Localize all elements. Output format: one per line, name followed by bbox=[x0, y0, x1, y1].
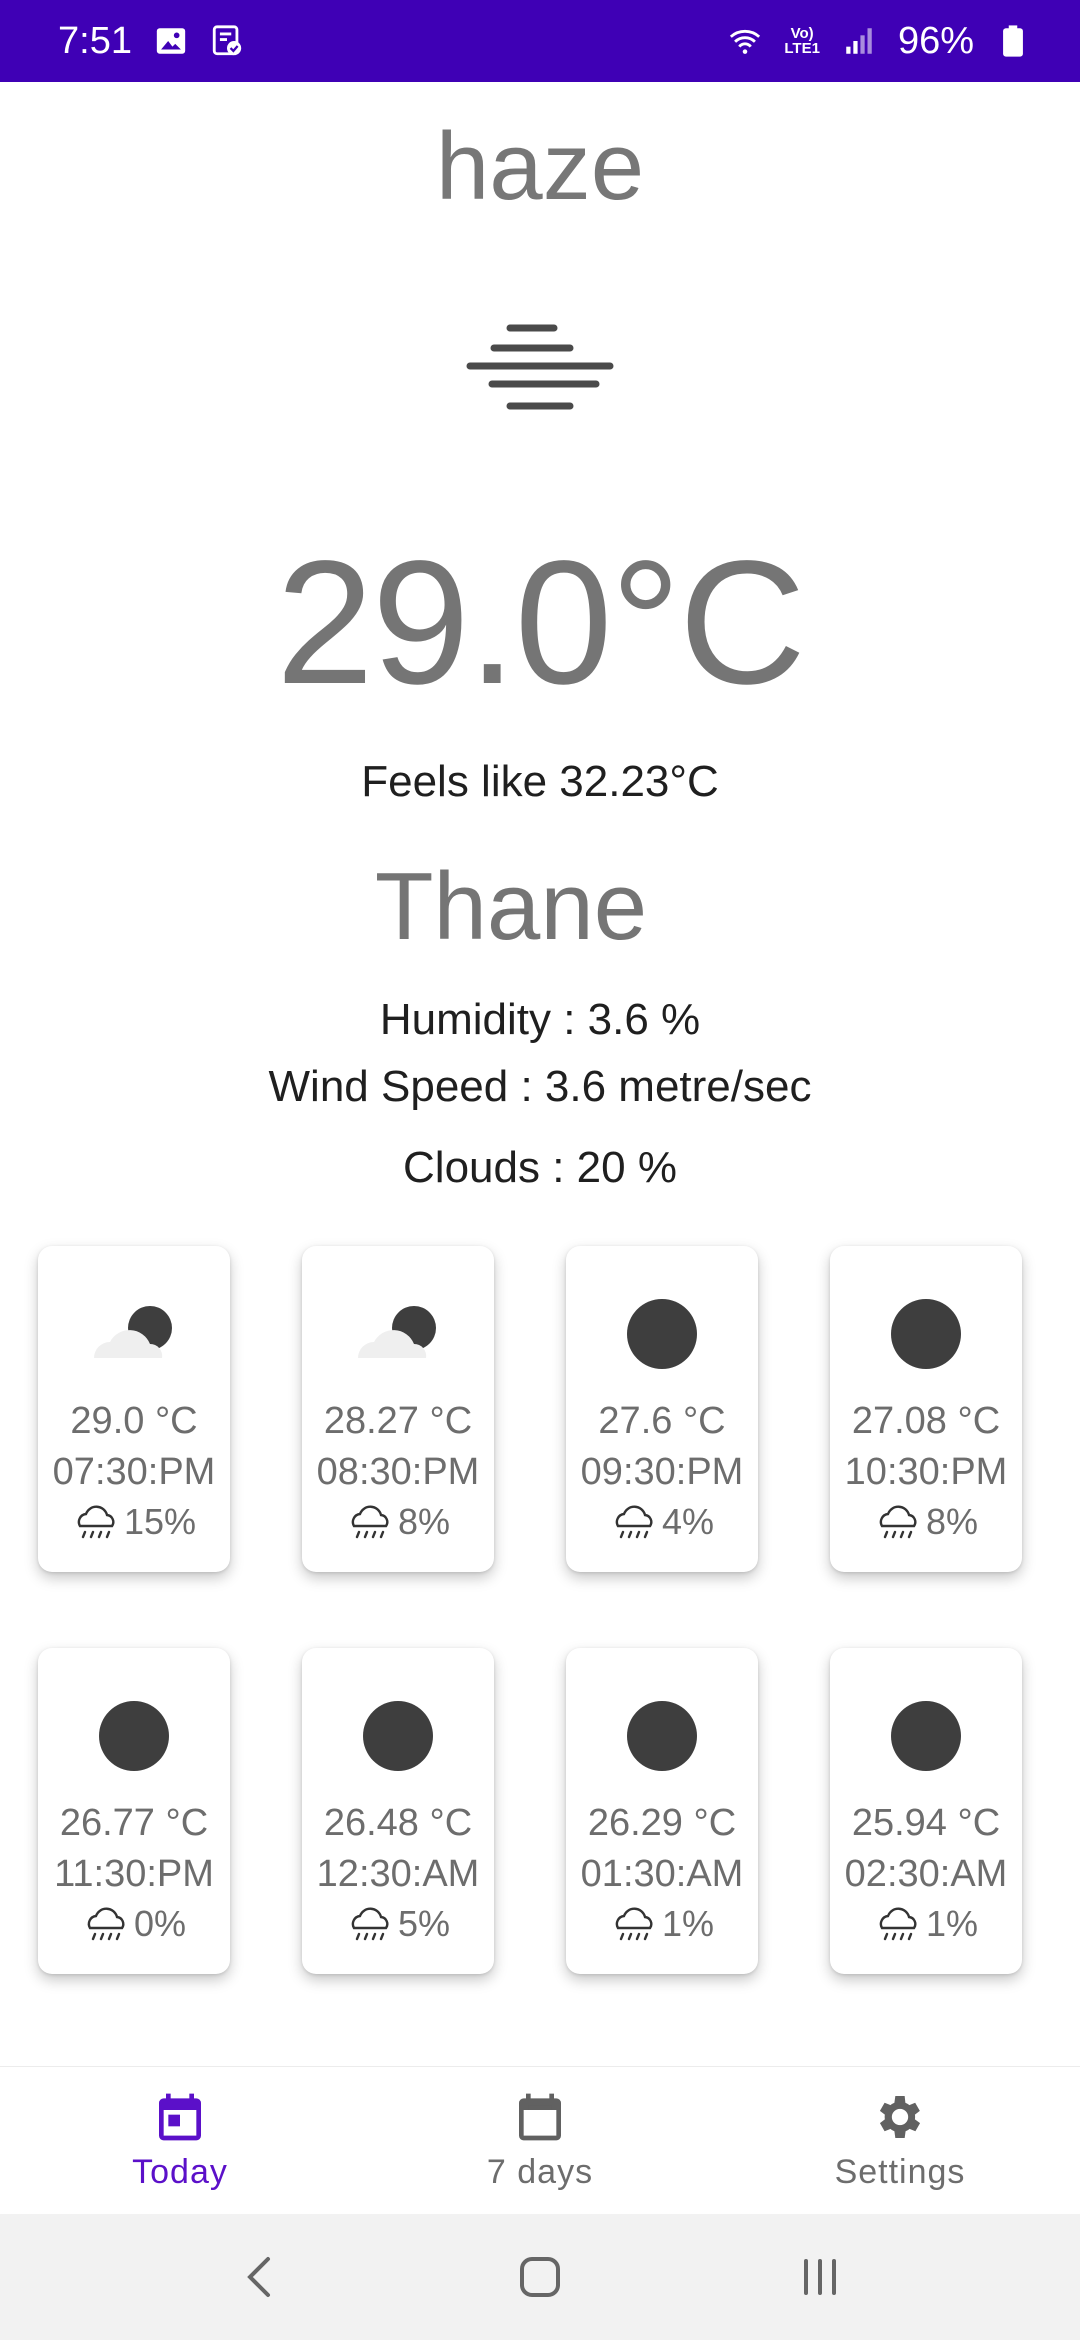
battery-percent: 96% bbox=[897, 19, 974, 62]
hourly-card[interactable]: 26.29 °C 01:30:AM 1% bbox=[566, 1648, 758, 1974]
hourly-temp: 26.29 °C bbox=[587, 1802, 737, 1844]
rain-chance: 1% bbox=[925, 1903, 979, 1944]
gear-icon bbox=[879, 2096, 921, 2138]
humidity-detail: Humidity : 3.6 % bbox=[379, 995, 701, 1044]
wifi-icon bbox=[728, 24, 762, 58]
recents-button[interactable] bbox=[790, 2247, 850, 2307]
feels-like: Feels like 32.23°C bbox=[361, 757, 719, 806]
calendar-today-icon bbox=[159, 2093, 201, 2141]
partly-cloudy-night-icon bbox=[358, 1306, 436, 1358]
clear-night-icon bbox=[627, 1299, 697, 1369]
hourly-rain: 4% bbox=[610, 1500, 714, 1544]
hourly-card[interactable]: 29.0 °C 07:30:PM 15% bbox=[38, 1246, 230, 1572]
haze-icon bbox=[466, 324, 614, 410]
home-square-icon bbox=[520, 2257, 560, 2297]
hourly-card[interactable]: 27.6 °C 09:30:PM 4% bbox=[566, 1246, 758, 1572]
nav-7-days-label: 7 days bbox=[486, 2153, 594, 2191]
hourly-temp: 27.6 °C bbox=[598, 1400, 726, 1442]
rain-cloud-icon bbox=[87, 1907, 125, 1941]
bottom-navigation: Today 7 days Settings bbox=[0, 2066, 1080, 2214]
hourly-rain: 8% bbox=[346, 1500, 450, 1544]
clear-night-icon bbox=[891, 1299, 961, 1369]
status-time: 7:51 bbox=[58, 19, 132, 62]
rain-cloud-icon bbox=[351, 1907, 389, 1941]
status-bar: 7:51 Vo) LTE1 96% bbox=[0, 0, 1080, 82]
rain-cloud-icon bbox=[615, 1907, 653, 1941]
hourly-time: 08:30:PM bbox=[316, 1451, 480, 1493]
system-navigation-bar bbox=[0, 2214, 1080, 2340]
calendar-icon bbox=[519, 2093, 561, 2141]
hourly-rain: 8% bbox=[874, 1500, 978, 1544]
hourly-time: 07:30:PM bbox=[52, 1451, 216, 1493]
home-button[interactable] bbox=[510, 2247, 570, 2307]
hourly-temp: 25.94 °C bbox=[851, 1802, 1001, 1844]
clear-night-icon bbox=[627, 1701, 697, 1771]
hourly-time: 10:30:PM bbox=[844, 1451, 1008, 1493]
nav-today[interactable]: Today bbox=[30, 2089, 330, 2192]
hourly-temp: 26.77 °C bbox=[59, 1802, 209, 1844]
hourly-temp: 27.08 °C bbox=[851, 1400, 1001, 1442]
rain-cloud-icon bbox=[77, 1505, 115, 1539]
chevron-left-icon bbox=[247, 2257, 270, 2297]
clear-night-icon bbox=[363, 1701, 433, 1771]
rain-chance: 15% bbox=[123, 1501, 197, 1542]
hourly-card[interactable]: 25.94 °C 02:30:AM 1% bbox=[830, 1648, 1022, 1974]
nav-settings[interactable]: Settings bbox=[750, 2089, 1050, 2192]
rain-chance: 5% bbox=[397, 1903, 451, 1944]
hourly-temp: 29.0 °C bbox=[70, 1400, 198, 1442]
status-bar-right: Vo) LTE1 96% bbox=[728, 20, 1030, 63]
hourly-card[interactable]: 26.77 °C 11:30:PM 0% bbox=[38, 1648, 230, 1974]
network-type-indicator: Vo) LTE1 bbox=[784, 26, 820, 56]
signal-icon bbox=[842, 24, 876, 58]
rain-cloud-icon bbox=[879, 1907, 917, 1941]
nav-settings-label: Settings bbox=[834, 2153, 966, 2191]
status-bar-left: 7:51 bbox=[58, 20, 244, 63]
rain-cloud-icon bbox=[615, 1505, 653, 1539]
nav-today-label: Today bbox=[132, 2153, 228, 2191]
hourly-time: 02:30:AM bbox=[844, 1853, 1008, 1895]
rain-cloud-icon bbox=[351, 1505, 389, 1539]
nav-7-days[interactable]: 7 days bbox=[390, 2089, 690, 2192]
gallery-notification-icon bbox=[154, 24, 188, 58]
hourly-forecast-grid: 29.0 °C 07:30:PM 15% 28.27 °C 08:30:PM 8… bbox=[38, 1246, 1042, 1974]
hourly-time: 09:30:PM bbox=[580, 1451, 744, 1493]
clear-night-icon bbox=[891, 1701, 961, 1771]
hourly-card[interactable]: 28.27 °C 08:30:PM 8% bbox=[302, 1246, 494, 1572]
hourly-rain: 1% bbox=[610, 1902, 714, 1946]
rain-chance: 0% bbox=[133, 1903, 187, 1944]
hourly-time: 01:30:AM bbox=[580, 1853, 744, 1895]
hourly-rain: 15% bbox=[72, 1500, 196, 1544]
rain-chance: 4% bbox=[661, 1501, 715, 1542]
partly-cloudy-night-icon bbox=[94, 1306, 172, 1358]
rain-chance: 1% bbox=[661, 1903, 715, 1944]
hourly-temp: 28.27 °C bbox=[323, 1400, 473, 1442]
wind-speed-detail: Wind Speed : 3.6 metre/sec bbox=[268, 1062, 812, 1111]
clouds-detail: Clouds : 20 % bbox=[403, 1143, 677, 1192]
recents-icon bbox=[804, 2259, 836, 2295]
hourly-rain: 0% bbox=[82, 1902, 186, 1946]
weather-condition: haze bbox=[435, 113, 645, 220]
hourly-rain: 1% bbox=[874, 1902, 978, 1946]
task-notification-icon bbox=[210, 24, 244, 58]
current-temperature: 29.0°C bbox=[275, 525, 806, 721]
back-button[interactable] bbox=[230, 2247, 290, 2307]
hourly-rain: 5% bbox=[346, 1902, 450, 1946]
rain-cloud-icon bbox=[879, 1505, 917, 1539]
rain-chance: 8% bbox=[925, 1501, 979, 1542]
rain-chance: 8% bbox=[397, 1501, 451, 1542]
battery-icon bbox=[996, 24, 1030, 58]
hourly-temp: 26.48 °C bbox=[323, 1802, 473, 1844]
hourly-card[interactable]: 27.08 °C 10:30:PM 8% bbox=[830, 1246, 1022, 1572]
hourly-time: 12:30:AM bbox=[316, 1853, 480, 1895]
hourly-card[interactable]: 26.48 °C 12:30:AM 5% bbox=[302, 1648, 494, 1974]
lte-label: LTE1 bbox=[784, 40, 820, 57]
hourly-time: 11:30:PM bbox=[54, 1853, 214, 1895]
clear-night-icon bbox=[99, 1701, 169, 1771]
city-name: Thane bbox=[374, 853, 648, 960]
